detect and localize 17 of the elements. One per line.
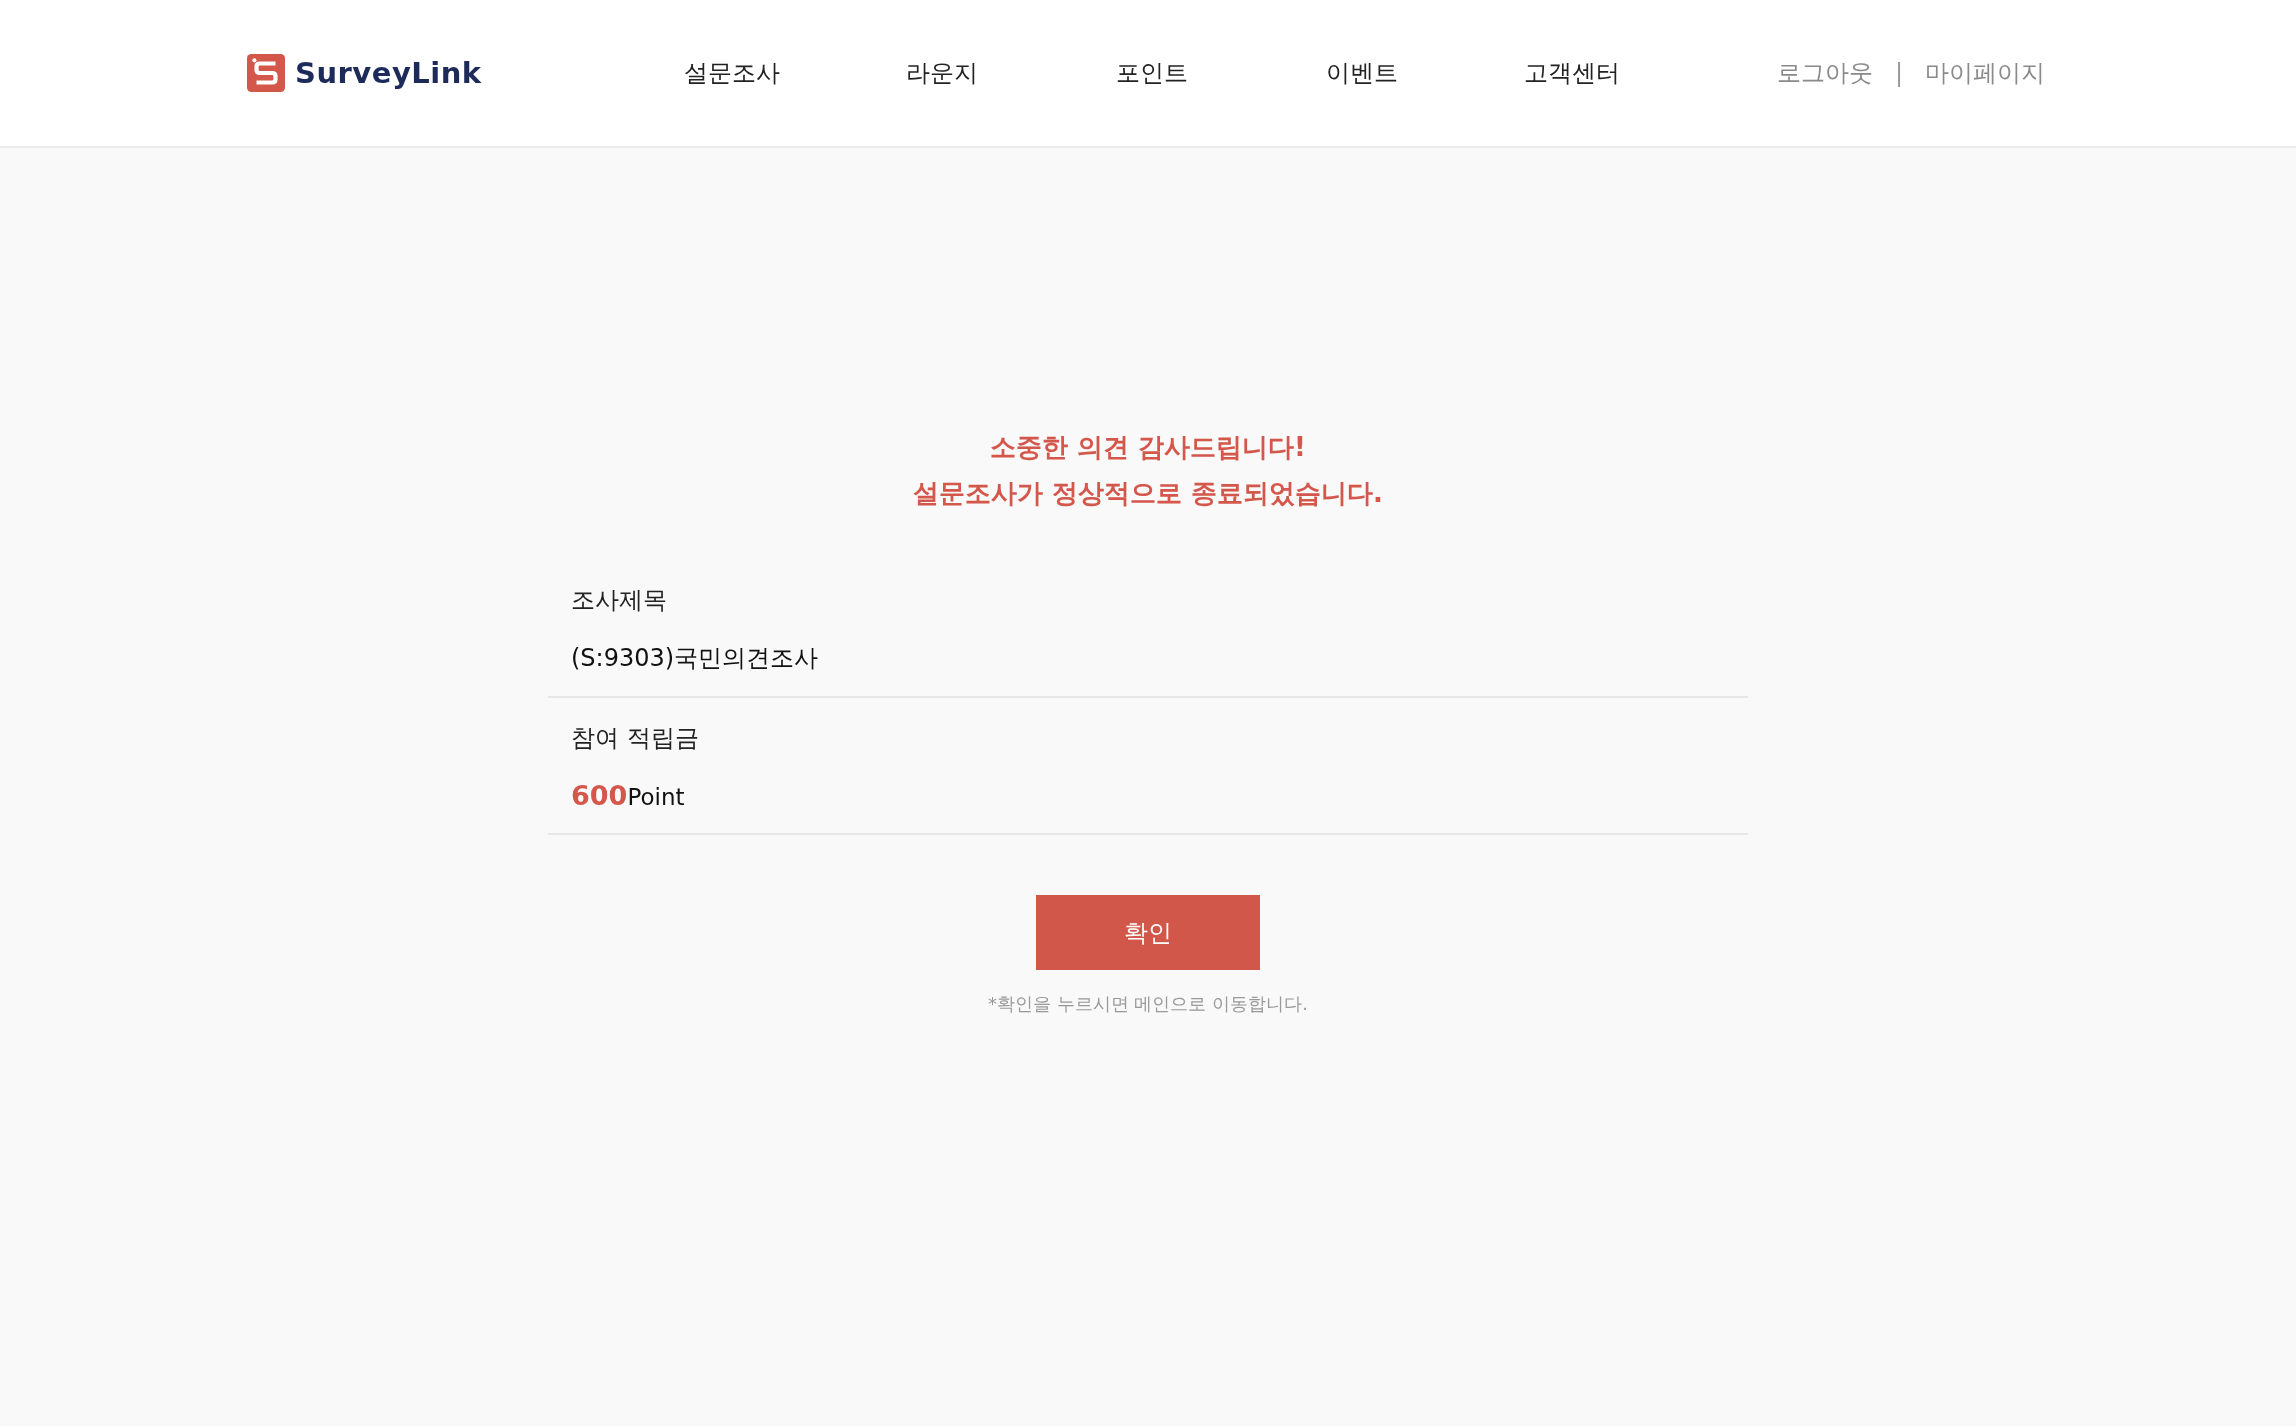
nav-link[interactable]: 고객센터 <box>1467 57 1677 89</box>
thank-you-message: 소중한 의견 감사드립니다! <box>990 431 1306 464</box>
field-label: 조사제목 <box>571 585 668 616</box>
logo-icon <box>247 54 285 92</box>
nav-link[interactable]: 이벤트 <box>1257 57 1467 89</box>
redirect-note: *확인을 누르시면 메인으로 이동합니다. <box>988 992 1308 1016</box>
nav-link[interactable]: 포인트 <box>1047 57 1257 89</box>
points-amount: 600 <box>571 780 628 811</box>
nav-link[interactable]: 설문조사 <box>627 57 837 89</box>
thank-you-message: 설문조사가 정상적으로 종료되었습니다. <box>913 477 1383 510</box>
confirm-button[interactable]: 확인 <box>1036 895 1260 970</box>
nav-link[interactable]: 라운지 <box>837 57 1047 89</box>
points-unit: Point <box>627 784 685 810</box>
separator: | <box>1895 59 1904 87</box>
survey-title-value: (S:9303)국민의견조사 <box>571 643 820 674</box>
logo-text[interactable]: SurveyLink <box>295 56 482 90</box>
field-label: 참여 적립금 <box>571 723 700 754</box>
